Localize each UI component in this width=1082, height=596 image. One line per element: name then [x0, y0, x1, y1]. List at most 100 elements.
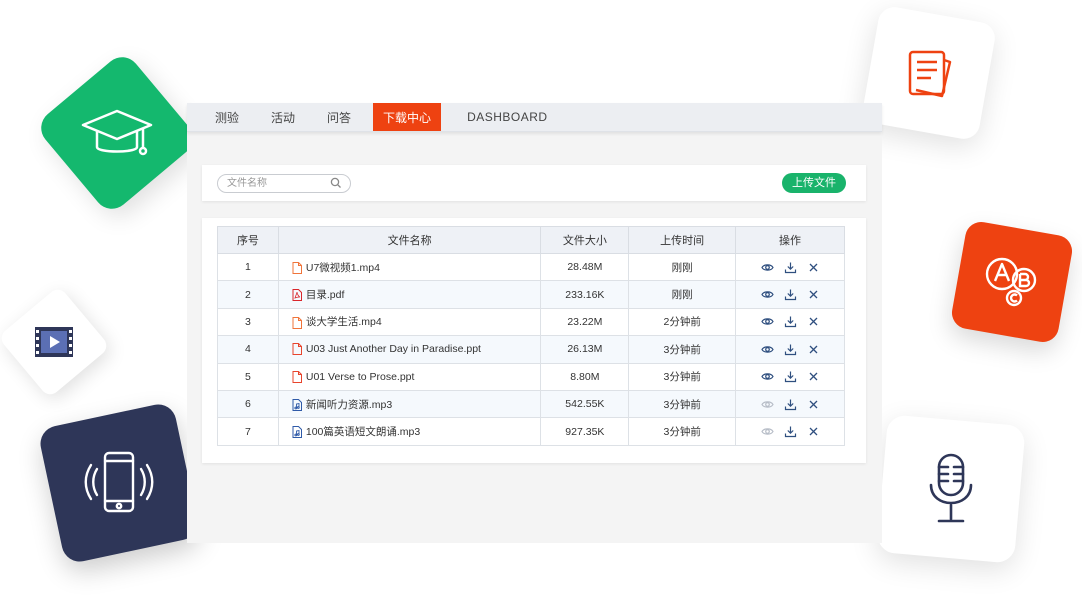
row-file-name: 目录.pdf [277, 280, 542, 309]
download-icon[interactable] [784, 343, 797, 356]
row-upload-time: 3分钟前 [628, 362, 737, 391]
delete-x-icon[interactable] [807, 261, 820, 274]
microphone-tile [876, 414, 1026, 564]
row-actions [735, 417, 845, 446]
phone-icon [84, 451, 154, 513]
row-index: 6 [217, 389, 279, 419]
row-index: 1 [217, 252, 279, 282]
row-actions [735, 252, 845, 282]
delete-x-icon[interactable] [807, 425, 820, 438]
file-table: 序号 文件名称 文件大小 上传时间 操作 1 U7微视频1.mp4 28.48M… [217, 226, 845, 446]
audio-file-icon [292, 398, 302, 411]
row-index: 5 [217, 362, 279, 391]
row-upload-time: 3分钟前 [628, 389, 737, 419]
ppt-file-icon [292, 370, 302, 383]
file-name-text[interactable]: 谈大学生活.mp4 [306, 316, 382, 328]
download-icon[interactable] [784, 370, 797, 383]
abc-icon [985, 257, 1037, 307]
row-file-name: U01 Verse to Prose.ppt [277, 362, 542, 391]
tab-activity[interactable]: 活动 [255, 103, 311, 131]
preview-eye-icon[interactable] [760, 315, 774, 328]
header-actions: 操作 [735, 226, 845, 254]
search-input[interactable] [227, 177, 327, 190]
row-file-size: 28.48M [540, 252, 630, 282]
file-name-text[interactable]: 100篇英语短文朗诵.mp3 [306, 426, 420, 438]
table-row[interactable]: 3 谈大学生活.mp4 23.22M 2分钟前 [217, 307, 845, 337]
row-upload-time: 3分钟前 [628, 335, 737, 364]
row-actions [735, 280, 845, 309]
abc-tile [949, 219, 1075, 345]
download-icon[interactable] [784, 425, 797, 438]
tab-quiz[interactable]: 测验 [199, 103, 255, 131]
graduation-cap-icon [81, 109, 153, 156]
row-index: 4 [217, 335, 279, 364]
row-actions [735, 335, 845, 364]
delete-x-icon[interactable] [807, 370, 820, 383]
row-file-size: 233.16K [540, 280, 630, 309]
header-file-size[interactable]: 文件大小 [540, 226, 630, 254]
download-icon[interactable] [784, 398, 797, 411]
file-name-text[interactable]: U03 Just Another Day in Paradise.ppt [306, 343, 481, 355]
delete-x-icon[interactable] [807, 343, 820, 356]
row-file-size: 927.35K [540, 417, 630, 446]
row-upload-time: 刚刚 [628, 280, 737, 309]
tab-dashboard[interactable]: DASHBOARD [447, 103, 564, 131]
search-box [217, 174, 351, 193]
delete-x-icon[interactable] [807, 288, 820, 301]
row-file-size: 542.55K [540, 389, 630, 419]
delete-x-icon[interactable] [807, 315, 820, 328]
preview-eye-icon[interactable] [760, 261, 774, 274]
upload-file-button[interactable]: 上传文件 [782, 173, 846, 193]
table-row[interactable]: 7 100篇英语短文朗诵.mp3 927.35K 3分钟前 [217, 417, 845, 446]
header-upload-time[interactable]: 上传时间 [628, 226, 737, 254]
graduation-tile [33, 49, 201, 217]
header-file-name[interactable]: 文件名称 [277, 226, 542, 254]
top-navigation: 测验 活动 问答 下载中心 DASHBOARD [187, 103, 882, 132]
file-name-text[interactable]: U01 Verse to Prose.ppt [306, 371, 415, 383]
pdf-file-icon [292, 289, 302, 302]
video-file-icon [292, 261, 302, 274]
table-row[interactable]: 1 U7微视频1.mp4 28.48M 刚刚 [217, 252, 845, 282]
row-upload-time: 2分钟前 [628, 307, 737, 337]
video-tile [0, 285, 111, 399]
row-index: 7 [217, 417, 279, 446]
audio-file-icon [292, 426, 302, 439]
row-actions [735, 307, 845, 337]
phone-tile [37, 401, 201, 565]
microphone-icon [929, 453, 973, 523]
download-center-window: 测验 活动 问答 下载中心 DASHBOARD 上传文件 序号 文件名称 文件大… [187, 103, 882, 543]
preview-eye-icon [760, 398, 774, 411]
download-icon[interactable] [784, 288, 797, 301]
row-upload-time: 3分钟前 [628, 417, 737, 446]
table-header-row: 序号 文件名称 文件大小 上传时间 操作 [217, 226, 845, 254]
ppt-file-icon [292, 343, 302, 356]
header-index: 序号 [217, 226, 279, 254]
file-name-text[interactable]: 目录.pdf [306, 289, 345, 301]
tab-qa[interactable]: 问答 [311, 103, 367, 131]
row-actions [735, 389, 845, 419]
row-file-size: 8.80M [540, 362, 630, 391]
row-file-name: 新闻听力资源.mp3 [277, 389, 542, 419]
preview-eye-icon [760, 425, 774, 438]
row-index: 3 [217, 307, 279, 337]
search-icon[interactable] [330, 177, 342, 189]
table-row[interactable]: 5 U01 Verse to Prose.ppt 8.80M 3分钟前 [217, 362, 845, 391]
delete-x-icon[interactable] [807, 398, 820, 411]
table-row[interactable]: 6 新闻听力资源.mp3 542.55K 3分钟前 [217, 389, 845, 419]
video-file-icon [292, 316, 302, 329]
document-icon [908, 50, 952, 98]
row-index: 2 [217, 280, 279, 309]
download-icon[interactable] [784, 261, 797, 274]
table-row[interactable]: 4 U03 Just Another Day in Paradise.ppt 2… [217, 335, 845, 364]
row-actions [735, 362, 845, 391]
preview-eye-icon[interactable] [760, 343, 774, 356]
preview-eye-icon[interactable] [760, 288, 774, 301]
table-row[interactable]: 2 目录.pdf 233.16K 刚刚 [217, 280, 845, 309]
file-name-text[interactable]: U7微视频1.mp4 [306, 262, 380, 274]
tab-download-center[interactable]: 下载中心 [373, 103, 442, 131]
row-file-name: U7微视频1.mp4 [277, 252, 542, 282]
file-name-text[interactable]: 新闻听力资源.mp3 [306, 399, 392, 411]
file-table-panel: 序号 文件名称 文件大小 上传时间 操作 1 U7微视频1.mp4 28.48M… [202, 218, 866, 463]
preview-eye-icon[interactable] [760, 370, 774, 383]
download-icon[interactable] [784, 315, 797, 328]
